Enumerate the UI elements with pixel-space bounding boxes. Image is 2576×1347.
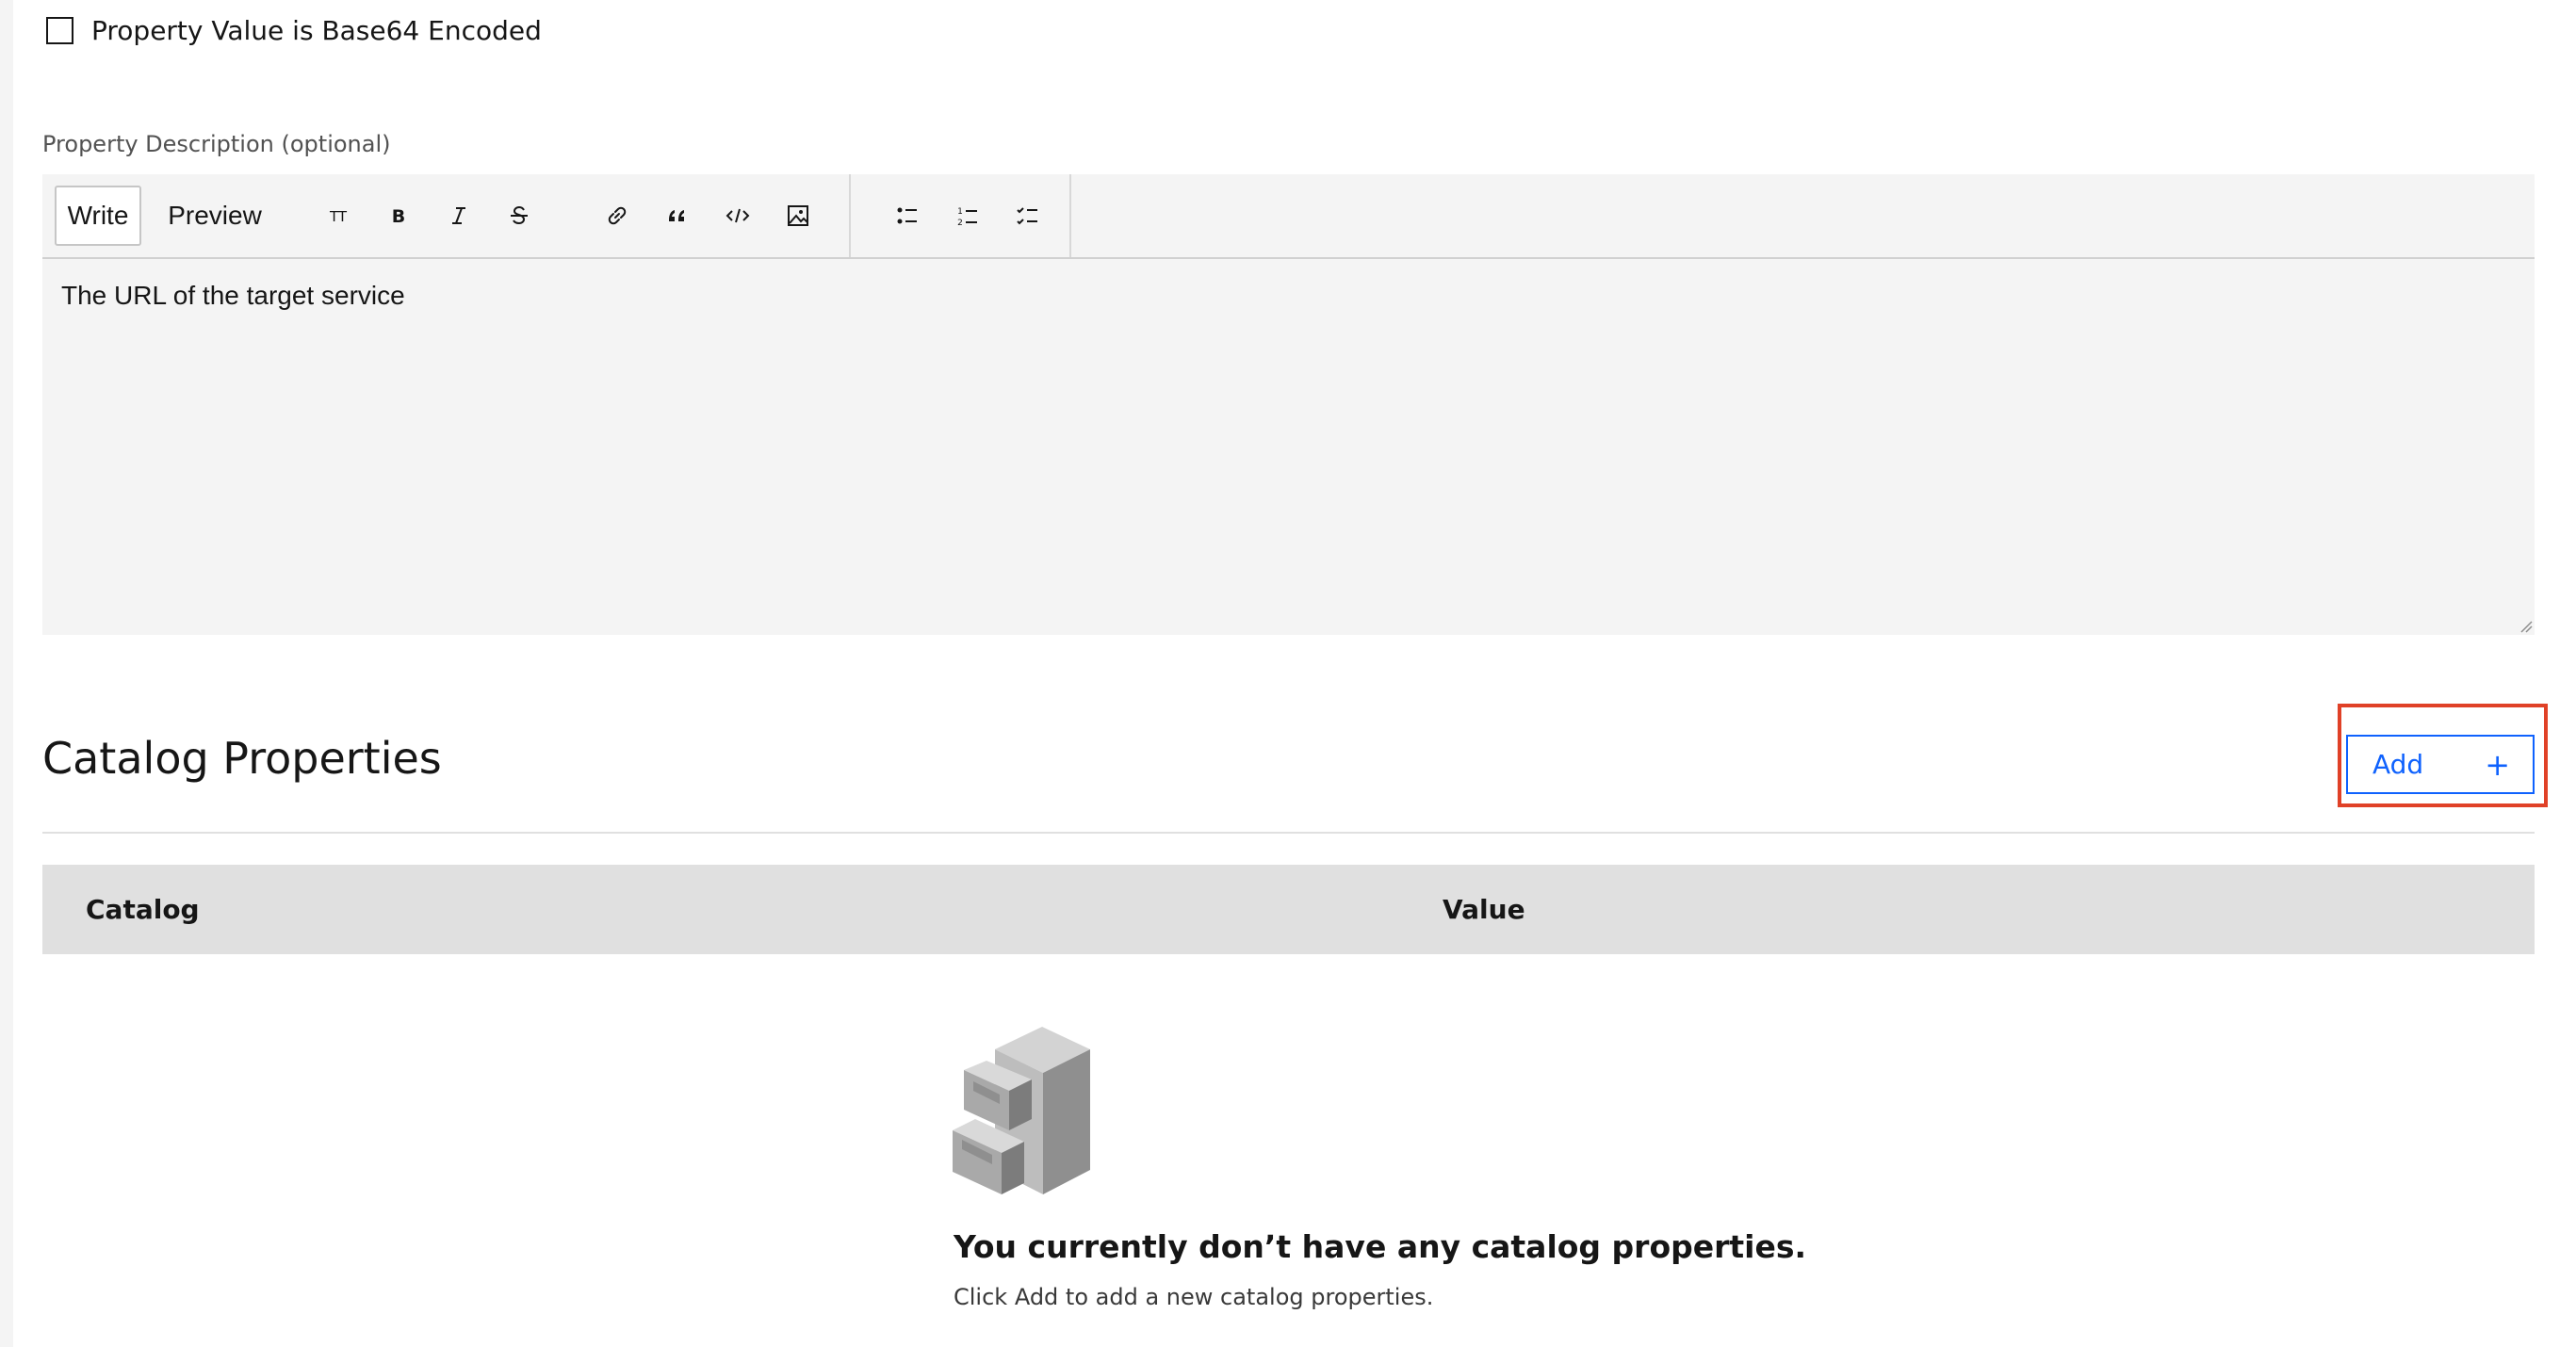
task-list-icon[interactable]: [1007, 195, 1049, 236]
tab-write[interactable]: Write: [55, 186, 141, 246]
markdown-toolbar: Write Preview TT B 12: [42, 174, 2535, 259]
column-header-value[interactable]: Value: [1443, 865, 1525, 954]
tab-preview[interactable]: Preview: [154, 186, 276, 246]
strikethrough-icon[interactable]: [498, 195, 540, 236]
empty-state-cabinet-icon: [953, 1027, 1090, 1194]
add-catalog-property-button[interactable]: Add +: [2346, 735, 2535, 794]
page: Property Value is Base64 Encoded Propert…: [13, 0, 2576, 1347]
catalog-properties-title: Catalog Properties: [42, 733, 442, 784]
empty-state-title: You currently don’t have any catalog pro…: [954, 1228, 1807, 1265]
svg-text:1: 1: [957, 207, 963, 217]
image-icon[interactable]: [777, 195, 819, 236]
resize-handle-icon[interactable]: [2518, 618, 2533, 633]
catalog-table-header: Catalog Value: [42, 865, 2535, 954]
heading-icon[interactable]: TT: [318, 195, 359, 236]
toolbar-separator: [1069, 174, 1071, 257]
svg-text:2: 2: [957, 219, 963, 228]
column-header-catalog[interactable]: Catalog: [86, 865, 200, 954]
toolbar-separator: [849, 174, 851, 257]
svg-text:TT: TT: [329, 208, 348, 225]
section-divider: [42, 832, 2535, 834]
bold-icon[interactable]: B: [378, 195, 419, 236]
numbered-list-icon[interactable]: 12: [947, 195, 988, 236]
bulleted-list-icon[interactable]: [887, 195, 928, 236]
quote-icon[interactable]: [657, 195, 698, 236]
empty-state-subtitle: Click Add to add a new catalog propertie…: [954, 1284, 1434, 1310]
add-icon: +: [2485, 746, 2510, 783]
base64-checkbox[interactable]: [46, 17, 73, 44]
italic-icon[interactable]: [438, 195, 480, 236]
property-description-text: The URL of the target service: [61, 281, 405, 310]
property-description-label: Property Description (optional): [42, 131, 391, 157]
add-button-label: Add: [2372, 749, 2424, 780]
code-icon[interactable]: [717, 195, 758, 236]
property-description-textarea[interactable]: The URL of the target service: [42, 259, 2535, 635]
link-icon[interactable]: [596, 195, 638, 236]
base64-checkbox-label[interactable]: Property Value is Base64 Encoded: [91, 15, 542, 47]
svg-text:B: B: [392, 206, 405, 227]
